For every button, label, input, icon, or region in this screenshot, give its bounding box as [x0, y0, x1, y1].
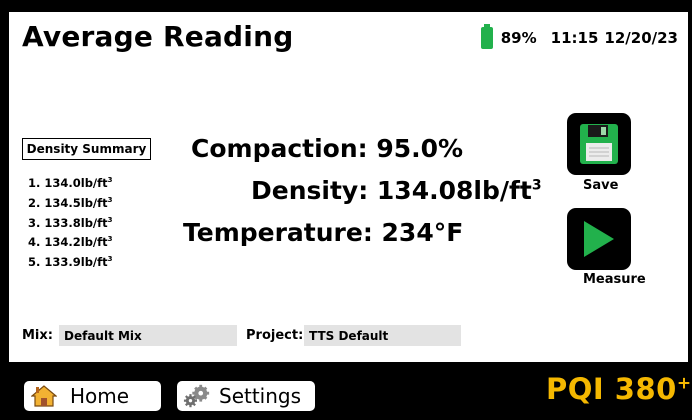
temperature-reading: Temperature: 234°F [183, 218, 464, 247]
list-item: 2. 134.5lb/ft3 [28, 195, 113, 210]
clock-time: 11:15 [550, 29, 599, 47]
home-label: Home [70, 384, 130, 408]
home-button[interactable]: Home [24, 381, 161, 411]
home-icon [30, 384, 58, 408]
mix-label: Mix: [22, 328, 53, 343]
gears-icon [183, 384, 211, 408]
clock-date: 12/20/23 [604, 29, 678, 47]
compaction-reading: Compaction: 95.0% [191, 134, 464, 163]
list-item: 3. 133.8lb/ft3 [28, 215, 113, 230]
list-item: 1. 134.0lb/ft3 [28, 175, 113, 190]
measure-label: Measure [583, 272, 646, 287]
play-icon [584, 221, 614, 257]
frame-top [0, 0, 692, 12]
save-button[interactable] [567, 113, 631, 175]
battery-percent: 89% [500, 29, 537, 47]
settings-button[interactable]: Settings [177, 381, 315, 411]
save-label: Save [583, 178, 619, 193]
status-bar: 89% 11:15 12/20/23 [480, 24, 678, 49]
battery-icon [480, 24, 493, 49]
page-title: Average Reading [22, 20, 294, 53]
list-item: 4. 134.2lb/ft3 [28, 235, 113, 250]
settings-label: Settings [219, 384, 302, 408]
mix-field[interactable]: Default Mix [59, 325, 237, 346]
density-reading: Density: 134.08lb/ft3 [251, 176, 542, 205]
pqi-screen: Average Reading 89% 11:15 12/20/23 Densi… [0, 0, 692, 420]
frame-right [688, 0, 692, 420]
brand-logo: PQI 380+ [546, 372, 692, 406]
measure-button[interactable] [567, 208, 631, 270]
density-summary-list: 1. 134.0lb/ft3 2. 134.5lb/ft3 3. 133.8lb… [28, 172, 113, 271]
project-label: Project: [246, 328, 304, 343]
frame-left [0, 0, 9, 420]
density-summary-title: Density Summary [22, 138, 151, 160]
floppy-disk-icon [580, 124, 618, 164]
list-item: 5. 133.9lb/ft3 [28, 255, 113, 270]
project-field[interactable]: TTS Default [304, 325, 461, 346]
